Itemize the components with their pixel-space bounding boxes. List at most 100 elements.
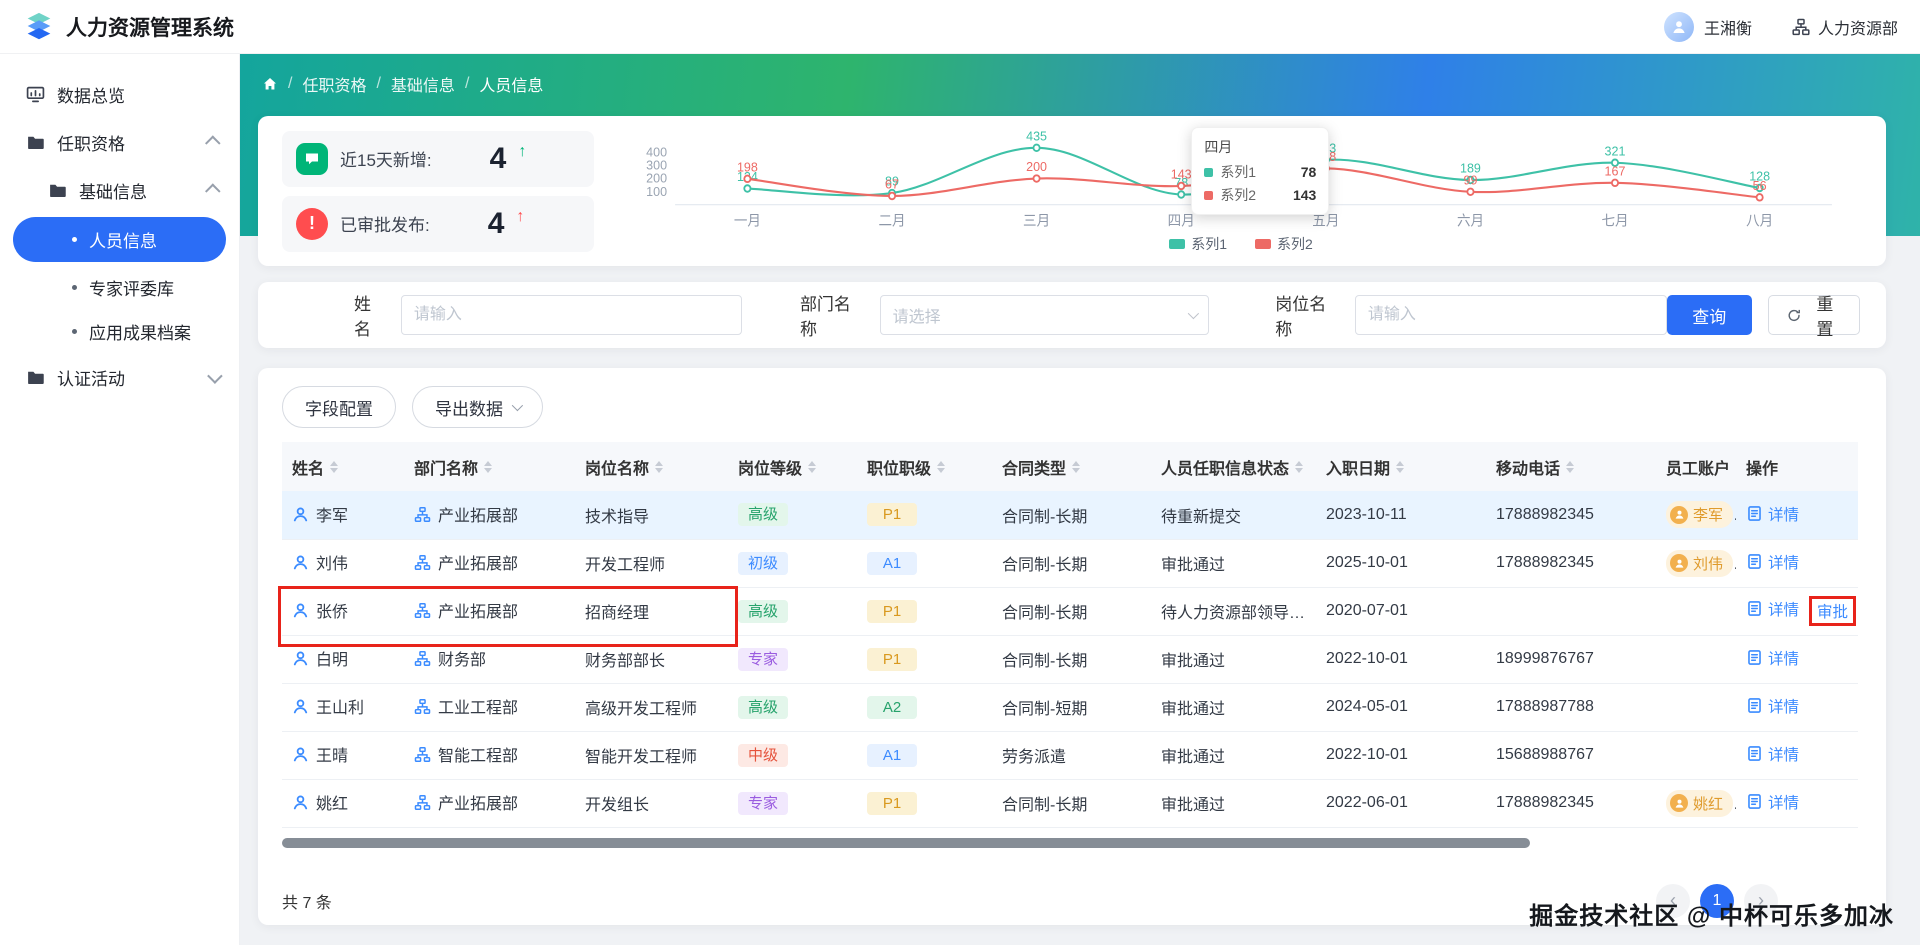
detail-button[interactable]: 详情	[1746, 598, 1799, 620]
level-badge: 专家	[738, 791, 789, 815]
table-footer: 共 7 条 ‹ 1 ›	[282, 883, 1862, 918]
sidebar-item-expert-panel[interactable]: 专家评委库	[0, 265, 239, 309]
column-header[interactable]: 合同类型	[992, 442, 1151, 491]
folder-icon	[26, 133, 45, 152]
sidebar-item-data-overview[interactable]: 数据总览	[0, 70, 239, 118]
sort-icon[interactable]	[808, 460, 817, 473]
sidebar-item-achievements[interactable]: 应用成果档案	[0, 309, 239, 353]
table-row[interactable]: 白明 财务部 财务部部长 专家 P1 合同制-长期 审批通过 2022-10-01 189998…	[282, 635, 1858, 684]
status-cell: 待人力资源部领导审...	[1151, 587, 1316, 636]
search-button[interactable]: 查询	[1667, 295, 1752, 335]
table-row[interactable]: 张侨 产业拓展部 招商经理 高级 P1 合同制-长期 待人力资源部领导审... 2020-07…	[282, 587, 1858, 636]
breadcrumb-separator: /	[288, 75, 293, 92]
current-page-button[interactable]: 1	[1700, 883, 1734, 918]
table-row[interactable]: 刘伟 产业拓展部 开发工程师 初级 A1 合同制-长期 审批通过 2025-10-01 1788…	[282, 539, 1858, 588]
post-filter-input[interactable]	[1354, 295, 1668, 335]
hire-date-cell: 2022-06-01	[1316, 779, 1486, 828]
column-header[interactable]: 入职日期	[1316, 442, 1486, 491]
chevron-down-icon[interactable]	[207, 367, 223, 384]
department-switcher[interactable]: 人力资源部	[1792, 15, 1898, 39]
sort-icon[interactable]	[330, 460, 339, 473]
user-name[interactable]: 王湘衡	[1704, 15, 1752, 39]
chevron-up-icon[interactable]	[205, 134, 221, 151]
employee-account-tag[interactable]: 李军	[1666, 501, 1734, 529]
hire-date-cell: 2022-10-01	[1316, 731, 1486, 780]
detail-button[interactable]: 详情	[1746, 647, 1799, 669]
phone-cell: 15688988767	[1486, 731, 1656, 780]
employee-name: 张侨	[316, 604, 349, 622]
employee-name: 李军	[316, 508, 349, 525]
hire-date-cell: 2023-10-11	[1316, 491, 1486, 540]
sidebar-item-personnel[interactable]: 人员信息	[13, 217, 226, 262]
detail-button[interactable]: 详情	[1746, 743, 1799, 765]
sort-icon[interactable]	[484, 460, 493, 473]
account-cell: 李军	[1656, 491, 1736, 540]
svg-text:100: 100	[646, 184, 667, 199]
svg-text:143: 143	[1171, 166, 1192, 181]
scrollbar-thumb[interactable]	[282, 837, 1531, 848]
app-logo-icon[interactable]	[22, 10, 56, 44]
department-filter-label: 部门名称	[799, 295, 851, 339]
column-header[interactable]: 职位职级	[857, 442, 992, 491]
column-header[interactable]: 人员任职信息状态	[1151, 442, 1316, 491]
home-icon[interactable]	[262, 76, 278, 92]
person-icon	[293, 795, 308, 810]
department-filter-select[interactable]: 请选择	[879, 295, 1210, 335]
employee-name: 刘伟	[316, 556, 349, 574]
breadcrumb-item[interactable]: 任职资格	[302, 72, 366, 96]
column-header[interactable]: 移动电话	[1486, 442, 1656, 491]
detail-button[interactable]: 详情	[1746, 695, 1799, 717]
app-title: 人力资源管理系统	[66, 16, 234, 40]
sort-icon[interactable]	[1566, 460, 1575, 473]
column-header[interactable]: 岗位等级	[728, 442, 857, 491]
dashboard-icon	[26, 85, 45, 104]
refresh-icon	[1788, 309, 1800, 321]
horizontal-scrollbar[interactable]	[282, 837, 1862, 848]
sort-icon[interactable]	[655, 460, 664, 473]
sort-icon[interactable]	[1295, 460, 1304, 473]
sort-icon[interactable]	[1072, 460, 1081, 473]
folder-icon	[48, 181, 67, 200]
chevron-up-icon[interactable]	[205, 182, 221, 199]
table-row[interactable]: 姚红 产业拓展部 开发组长 专家 P1 合同制-长期 审批通过 2022-06-01 17888…	[282, 779, 1858, 828]
reset-label: 重置	[1816, 295, 1834, 339]
column-header[interactable]: 部门名称	[404, 442, 575, 491]
reset-button[interactable]: 重置	[1767, 295, 1861, 339]
status-cell: 审批通过	[1151, 683, 1316, 732]
legend-item[interactable]: 系列2	[1255, 234, 1313, 254]
filter-buttons: 查询 重置	[1667, 295, 1861, 339]
employee-account-tag[interactable]: 姚红	[1666, 789, 1734, 817]
employee-account-tag[interactable]: 刘伟	[1666, 549, 1734, 577]
export-data-button[interactable]: 导出数据	[412, 386, 543, 428]
detail-button[interactable]: 详情	[1746, 503, 1799, 525]
prev-page-button[interactable]: ‹	[1656, 883, 1690, 918]
user-avatar[interactable]	[1663, 11, 1694, 42]
department-icon	[414, 650, 431, 666]
sidebar-item-certification[interactable]: 认证活动	[0, 353, 239, 401]
table-row[interactable]: 王山利 工业工程部 高级开发工程师 高级 A2 合同制-短期 审批通过 2024-05-01 1…	[282, 683, 1858, 732]
topbar: 人力资源管理系统 王湘衡 人力资源部	[0, 0, 1920, 54]
field-config-button[interactable]: 字段配置	[282, 386, 396, 428]
sidebar-item-basic-info[interactable]: 基础信息	[0, 166, 239, 214]
column-header[interactable]: 岗位名称	[575, 442, 728, 491]
detail-icon	[1748, 794, 1761, 810]
detail-button[interactable]: 详情	[1746, 551, 1799, 573]
department-filter-group: 部门名称 请选择	[799, 290, 1210, 340]
sidebar-item-qualification[interactable]: 任职资格	[0, 118, 239, 166]
table-row[interactable]: 王晴 智能工程部 智能开发工程师 中级 A1 劳务派遣 审批通过 2022-10-01 1568…	[282, 731, 1858, 780]
breadcrumb-item[interactable]: 基础信息	[391, 72, 455, 96]
table-row[interactable]: 李军 产业拓展部 技术指导 高级 P1 合同制-长期 待重新提交 2023-10-11 1788…	[282, 491, 1858, 540]
annotation-red-box-approve: 审批	[1809, 596, 1857, 626]
level-badge: P1	[867, 503, 917, 527]
table-header-row: 姓名 部门名称 岗位名称 岗位等级 职位职级 合同类型 人员任职信息状态 入职日期 移动电话 员工…	[282, 442, 1858, 491]
next-page-button[interactable]: ›	[1744, 883, 1778, 918]
svg-text:七月: 七月	[1601, 212, 1628, 228]
detail-button[interactable]: 详情	[1746, 791, 1799, 813]
name-filter-input[interactable]	[400, 295, 742, 335]
legend-item[interactable]: 系列1	[1169, 234, 1227, 254]
sort-icon[interactable]	[1396, 460, 1405, 473]
column-header[interactable]: 姓名	[282, 442, 404, 491]
approve-button[interactable]: 审批	[1817, 600, 1848, 622]
sort-icon[interactable]	[937, 460, 946, 473]
department-icon	[414, 554, 431, 570]
